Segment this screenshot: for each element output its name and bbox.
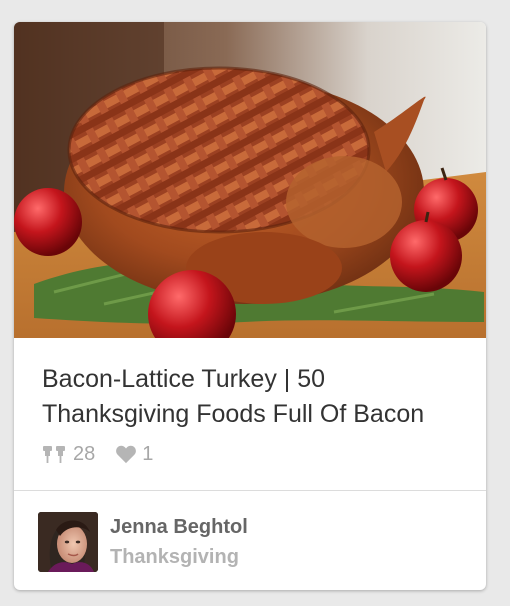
repin-count: 28 [73,442,96,465]
repin-stat[interactable]: 28 [42,443,95,466]
card-divider [14,490,486,491]
pin-card[interactable]: Bacon-Lattice Turkey | 50 Thanksgiving F… [14,22,486,590]
pin-stats: 28 1 [42,442,153,466]
avatar[interactable] [38,512,98,572]
heart-icon [116,445,137,464]
like-stat[interactable]: 1 [115,443,153,466]
board-name[interactable]: Thanksgiving [110,544,248,570]
pin-description[interactable]: Bacon-Lattice Turkey | 50 Thanksgiving F… [42,362,462,432]
pinner-name[interactable]: Jenna Beghtol [110,514,248,540]
like-count: 1 [142,442,154,465]
pinner-attribution[interactable]: Jenna Beghtol Thanksgiving [38,512,248,572]
pushpin-icon [43,446,65,463]
pin-image[interactable] [14,22,486,338]
